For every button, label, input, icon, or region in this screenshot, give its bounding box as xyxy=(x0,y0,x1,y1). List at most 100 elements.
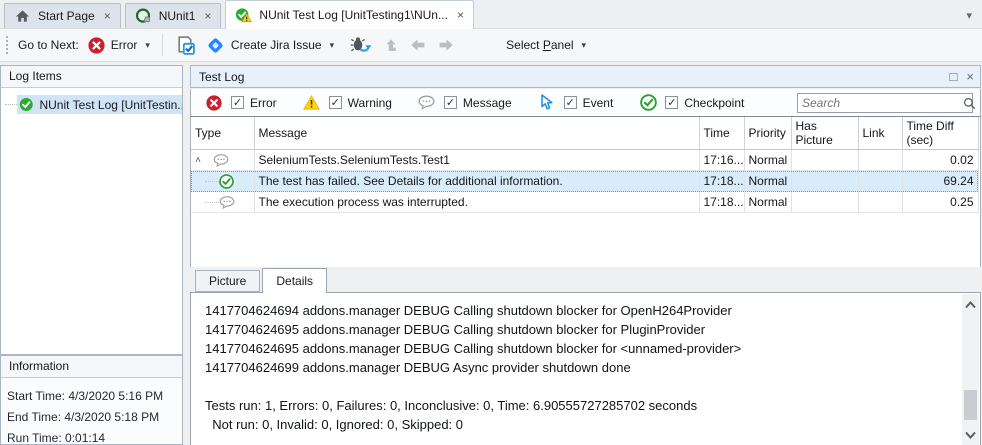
arrow-right-icon xyxy=(437,37,456,53)
toolbar-separator xyxy=(162,34,163,56)
time-cell: 17:16... xyxy=(699,150,744,171)
priority-cell: Normal xyxy=(744,171,791,192)
priority-cell: Normal xyxy=(744,192,791,213)
left-sidebar: Log Items NUnit Test Log [UnitTestin... … xyxy=(0,62,186,445)
message-filter-checkbox[interactable]: ✓ xyxy=(444,96,457,109)
log-items-tree: NUnit Test Log [UnitTestin... xyxy=(1,88,182,354)
select-panel-button[interactable]: Select Panel ▾ xyxy=(501,35,591,55)
time-diff-cell: 0.25 xyxy=(902,192,978,213)
column-header-time-diff[interactable]: Time Diff (sec) xyxy=(902,117,978,150)
tree-connector xyxy=(205,202,219,203)
information-panel-title: Information xyxy=(1,356,182,378)
checkpoint-icon xyxy=(219,174,234,189)
column-header-priority[interactable]: Priority xyxy=(744,117,791,150)
go-to-next-label: Go to Next: xyxy=(18,38,79,52)
column-header-time[interactable]: Time xyxy=(699,117,744,150)
main-toolbar: Go to Next: Error ▾ Create Jira Issue ▾ xyxy=(0,29,982,62)
column-header-type[interactable]: Type xyxy=(191,117,254,150)
filter-event: ✓ Event xyxy=(538,95,614,111)
go-to-next-error-button[interactable]: Error ▾ xyxy=(83,34,155,57)
chevron-down-icon: ▾ xyxy=(145,40,150,51)
warning-filter-checkbox[interactable]: ✓ xyxy=(329,96,342,109)
link-cell xyxy=(858,150,902,171)
column-header-link[interactable]: Link xyxy=(858,117,902,150)
log-row-test1[interactable]: ˄ SeleniumTests.SeleniumTests.Test1 17:1… xyxy=(191,150,978,171)
forward-button[interactable] xyxy=(437,37,456,53)
log-row-test-failed[interactable]: The test has failed. See Details for add… xyxy=(191,171,978,192)
information-panel: Information Start Time: 4/3/2020 5:16 PM… xyxy=(0,355,183,445)
create-jira-issue-button[interactable]: Create Jira Issue ▾ xyxy=(201,33,339,58)
run-time-value: Run Time: 0:01:14 xyxy=(7,428,176,445)
toolbar-grip-handle[interactable] xyxy=(6,36,10,54)
grid-header-row: Type Message Time Priority Has Picture L… xyxy=(191,117,978,150)
post-defect-button[interactable] xyxy=(345,33,377,57)
bug-forward-icon xyxy=(350,36,372,54)
tree-connector xyxy=(205,181,219,182)
has-picture-cell xyxy=(791,171,858,192)
has-picture-cell xyxy=(791,192,858,213)
has-picture-cell xyxy=(791,150,858,171)
message-icon xyxy=(219,196,236,209)
time-diff-cell: 69.24 xyxy=(902,171,978,192)
warning-icon xyxy=(303,95,321,111)
filter-warning: ✓ Warning xyxy=(303,95,392,111)
error-filter-checkbox[interactable]: ✓ xyxy=(231,96,244,109)
close-icon[interactable]: × xyxy=(457,9,464,21)
expand-collapse-icon[interactable]: ˄ xyxy=(191,155,205,166)
column-header-has-picture[interactable]: Has Picture xyxy=(791,117,858,150)
checkpoint-filter-label: Checkpoint xyxy=(684,96,744,110)
tab-start-page[interactable]: Start Page × xyxy=(4,3,121,28)
test-log-caption-bar: Test Log □ × xyxy=(190,65,981,88)
close-icon[interactable]: × xyxy=(104,10,111,22)
log-filter-toolbar: ✓ Error ✓ Warning ✓ Message ✓ Event xyxy=(190,89,981,117)
checkpoint-filter-checkbox[interactable]: ✓ xyxy=(665,96,678,109)
vertical-scrollbar[interactable] xyxy=(962,294,979,445)
create-issue-button[interactable] xyxy=(170,32,201,59)
event-filter-checkbox[interactable]: ✓ xyxy=(564,96,577,109)
error-icon xyxy=(205,95,223,111)
detail-tab-bar: Picture Details xyxy=(190,267,981,292)
message-cell: SeleniumTests.SeleniumTests.Test1 xyxy=(254,150,699,171)
details-line: 1417704624699 addons.manager DEBUG Async… xyxy=(205,358,960,377)
tab-nunit-test-log[interactable]: NUnit Test Log [UnitTesting1\NUn... × xyxy=(225,0,474,29)
scroll-up-icon[interactable] xyxy=(962,296,979,313)
message-cell: The execution process was interrupted. xyxy=(254,192,699,213)
log-items-panel: Log Items NUnit Test Log [UnitTestin... xyxy=(0,65,183,355)
details-line: 1417704624694 addons.manager DEBUG Calli… xyxy=(205,301,960,320)
maximize-panel-icon[interactable]: □ xyxy=(950,70,958,83)
scroll-down-icon[interactable] xyxy=(962,426,979,443)
tab-label: NUnit1 xyxy=(159,9,196,23)
time-cell: 17:18... xyxy=(699,171,744,192)
log-row-interrupted[interactable]: The execution process was interrupted. 1… xyxy=(191,192,978,213)
error-icon xyxy=(88,37,105,54)
filter-error: ✓ Error xyxy=(205,95,277,111)
priority-cell: Normal xyxy=(744,150,791,171)
close-icon[interactable]: × xyxy=(204,10,211,22)
log-item-label: NUnit Test Log [UnitTestin... xyxy=(39,98,182,112)
test-log-warning-icon xyxy=(235,7,252,24)
chevron-down-icon: ▾ xyxy=(330,40,335,51)
tab-nunit1[interactable]: NUnit1 × xyxy=(125,3,222,28)
tab-picture[interactable]: Picture xyxy=(195,270,260,292)
test-log-grid: Type Message Time Priority Has Picture L… xyxy=(190,117,981,267)
scrollbar-thumb[interactable] xyxy=(964,390,977,420)
search-icon[interactable] xyxy=(963,97,976,110)
log-item-nunit-test-log[interactable]: NUnit Test Log [UnitTestin... xyxy=(1,95,182,114)
log-items-panel-title: Log Items xyxy=(1,66,182,88)
error-filter-label: Error xyxy=(250,96,277,110)
move-up-button[interactable] xyxy=(382,37,398,54)
tab-list-dropdown-icon[interactable]: ▾ xyxy=(966,9,972,22)
search-input[interactable] xyxy=(798,96,963,110)
end-time-value: End Time: 4/3/2020 5:18 PM xyxy=(7,407,176,428)
back-button[interactable] xyxy=(408,37,427,53)
message-icon xyxy=(418,95,436,111)
tab-details[interactable]: Details xyxy=(262,268,327,293)
tab-label: Start Page xyxy=(38,9,95,23)
close-panel-icon[interactable]: × xyxy=(966,70,974,83)
warning-filter-label: Warning xyxy=(348,96,392,110)
chevron-down-icon: ▾ xyxy=(582,40,587,51)
column-header-message[interactable]: Message xyxy=(254,117,699,150)
time-diff-cell: 0.02 xyxy=(902,150,978,171)
test-log-title: Test Log xyxy=(199,70,941,84)
start-time-value: Start Time: 4/3/2020 5:16 PM xyxy=(7,386,176,407)
